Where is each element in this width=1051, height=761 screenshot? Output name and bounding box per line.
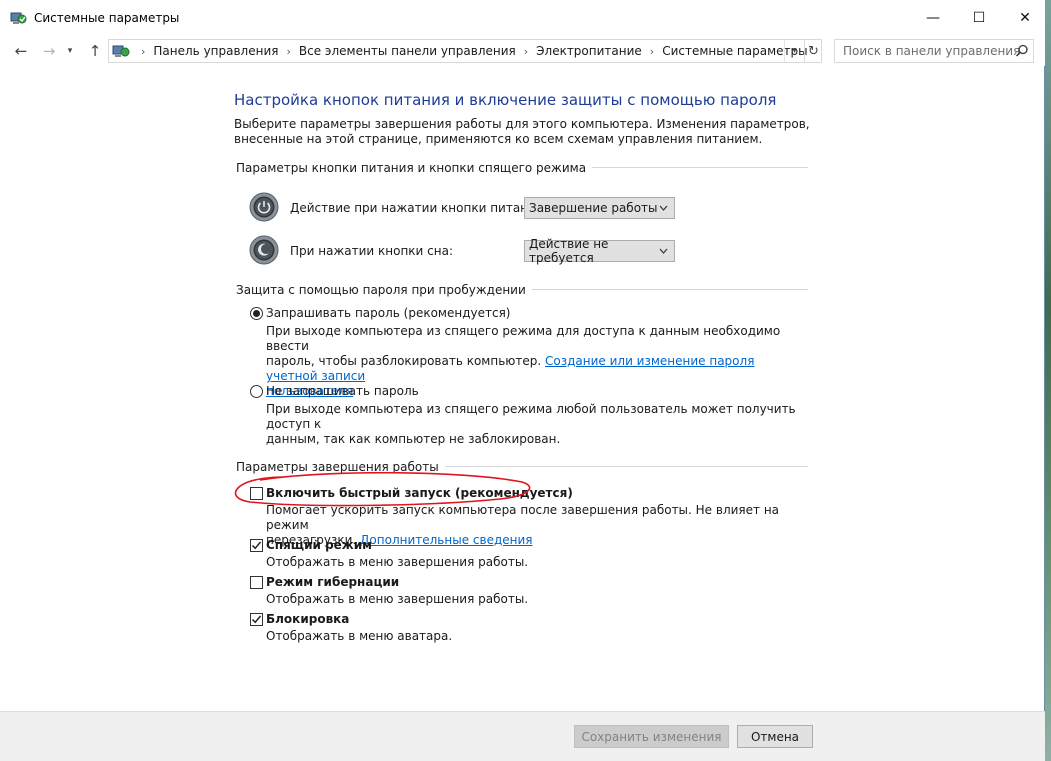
- hibernate-label[interactable]: Режим гибернации: [266, 575, 399, 589]
- page-description: Выберите параметры завершения работы для…: [234, 117, 810, 146]
- chevron-down-icon: ▾: [67, 46, 73, 56]
- maximize-icon: ☐: [972, 10, 986, 26]
- sleep-button-action-label: При нажатии кнопки сна:: [290, 244, 454, 258]
- arrow-right-icon: →: [42, 42, 56, 60]
- recent-locations-button[interactable]: ▾: [64, 41, 76, 61]
- breadcrumb-separator: ›: [141, 44, 146, 58]
- forward-button[interactable]: →: [40, 41, 58, 61]
- navigation-bar: ← → ▾ ↑ › Панель управления › Все элемен…: [0, 36, 1045, 66]
- checkmark-icon: [251, 541, 262, 550]
- back-button[interactable]: ←: [12, 41, 30, 61]
- hibernate-description: Отображать в меню завершения работы.: [266, 592, 529, 606]
- power-button-action-select[interactable]: Завершение работы: [524, 197, 675, 219]
- power-buttons-group-title: Параметры кнопки питания и кнопки спящег…: [236, 161, 593, 175]
- minimize-icon: —: [926, 10, 940, 26]
- require-password-desc-line: пароль, чтобы разблокировать компьютер. …: [266, 354, 806, 384]
- fast-startup-desc-line: Помогает ускорить запуск компьютера посл…: [266, 503, 780, 532]
- close-button[interactable]: ✕: [1002, 0, 1048, 36]
- search-icon: [1015, 44, 1028, 57]
- minimize-button[interactable]: —: [910, 0, 956, 36]
- require-password-desc-text: пароль, чтобы разблокировать компьютер.: [266, 354, 545, 368]
- no-password-desc-line: данным, так как компьютер не заблокирова…: [266, 432, 561, 446]
- address-history-button[interactable]: ▾: [784, 40, 804, 62]
- arrow-left-icon: ←: [14, 42, 28, 60]
- close-icon: ✕: [1019, 10, 1031, 26]
- require-password-desc-line: При выходе компьютера из спящего режима …: [266, 324, 781, 353]
- breadcrumb-item-all-items[interactable]: Все элементы панели управления: [299, 44, 516, 58]
- breadcrumb-separator[interactable]: ›: [286, 45, 290, 58]
- control-panel-icon: [112, 45, 130, 57]
- sleep-button-icon: [249, 235, 279, 265]
- save-changes-button[interactable]: Сохранить изменения: [574, 725, 729, 748]
- breadcrumb-separator[interactable]: ›: [524, 45, 528, 58]
- breadcrumb-separator[interactable]: ›: [650, 45, 654, 58]
- search-placeholder: Поиск в панели управления: [843, 44, 1021, 58]
- chevron-down-icon: [659, 248, 668, 254]
- control-panel-window: Системные параметры — ☐ ✕ ← → ▾ ↑ › Пане…: [0, 0, 1045, 761]
- no-password-label[interactable]: Не запрашивать пароль: [266, 384, 419, 398]
- hibernate-checkbox[interactable]: [250, 576, 263, 589]
- desktop-background: [1045, 0, 1051, 761]
- shutdown-group-title: Параметры завершения работы: [236, 460, 445, 474]
- refresh-button[interactable]: ↻: [804, 40, 822, 62]
- power-options-app-icon: [10, 12, 27, 24]
- sleep-label[interactable]: Спящий режим: [266, 538, 372, 552]
- chevron-down-icon: ▾: [792, 46, 797, 56]
- sleep-button-action-select[interactable]: Действие не требуется: [524, 237, 675, 265]
- chevron-down-icon: [659, 205, 668, 211]
- title-bar[interactable]: Системные параметры — ☐ ✕: [0, 0, 1045, 36]
- no-password-desc-line: При выходе компьютера из спящего режима …: [266, 402, 796, 431]
- cancel-button[interactable]: Отмена: [737, 725, 813, 748]
- page-title: Настройка кнопок питания и включение защ…: [234, 91, 777, 109]
- fast-startup-checkbox[interactable]: [250, 487, 263, 500]
- power-button-action-label: Действие при нажатии кнопки питания:: [290, 201, 548, 215]
- address-bar[interactable]: › Панель управления › Все элементы панел…: [108, 39, 822, 63]
- lock-checkbox[interactable]: [250, 613, 263, 626]
- main-content: Настройка кнопок питания и включение защ…: [0, 66, 1045, 711]
- require-password-label[interactable]: Запрашивать пароль (рекомендуется): [266, 306, 510, 320]
- up-button[interactable]: ↑: [86, 41, 104, 61]
- more-info-link[interactable]: Дополнительные сведения: [360, 533, 532, 547]
- search-input[interactable]: Поиск в панели управления: [834, 39, 1034, 63]
- breadcrumb-item-power-options[interactable]: Электропитание: [536, 44, 642, 58]
- breadcrumb: › Панель управления › Все элементы панел…: [133, 40, 808, 62]
- sleep-button-action-value: Действие не требуется: [529, 237, 609, 265]
- breadcrumb-item-control-panel[interactable]: Панель управления: [153, 44, 278, 58]
- sleep-description: Отображать в меню завершения работы.: [266, 555, 529, 569]
- lock-label[interactable]: Блокировка: [266, 612, 349, 626]
- refresh-icon: ↻: [808, 43, 819, 59]
- no-password-radio[interactable]: [250, 385, 263, 398]
- power-button-icon: [249, 192, 279, 222]
- maximize-button[interactable]: ☐: [956, 0, 1002, 36]
- lock-description: Отображать в меню аватара.: [266, 629, 453, 643]
- footer-bar: Сохранить изменения Отмена: [0, 711, 1045, 761]
- arrow-up-icon: ↑: [88, 42, 102, 60]
- require-password-radio[interactable]: [250, 307, 263, 320]
- fast-startup-label[interactable]: Включить быстрый запуск (рекомендуется): [266, 486, 573, 500]
- window-title: Системные параметры: [34, 11, 180, 25]
- password-group-title: Защита с помощью пароля при пробуждении: [236, 283, 532, 297]
- sleep-checkbox[interactable]: [250, 539, 263, 552]
- power-button-action-value: Завершение работы: [529, 201, 658, 215]
- no-password-description: При выходе компьютера из спящего режима …: [266, 402, 806, 447]
- checkmark-icon: [251, 615, 262, 624]
